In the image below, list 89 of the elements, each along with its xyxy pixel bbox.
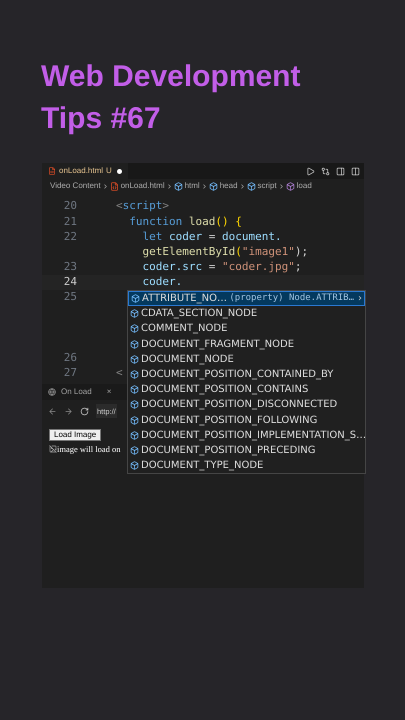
load-image-button[interactable]: Load Image — [49, 429, 102, 442]
suggestion-item[interactable]: DOCUMENT_POSITION_PRECEDING — [128, 442, 365, 458]
video-title: Web Development Tips #67 — [40, 59, 302, 137]
line-number: 23 — [64, 259, 77, 276]
editor-tab[interactable]: onLoad.html U — [42, 163, 128, 179]
suggestion-item[interactable]: DOCUMENT_POSITION_CONTAINED_BY — [128, 366, 365, 382]
cube-icon — [174, 182, 183, 190]
code-token: < — [116, 198, 123, 214]
cube-icon — [208, 182, 218, 190]
code-token: = — [208, 259, 216, 276]
code-token: document. — [222, 228, 282, 245]
code-token: load — [188, 214, 216, 230]
cube-icon — [130, 385, 139, 394]
forward-icon[interactable] — [64, 406, 73, 416]
reload-icon[interactable] — [80, 406, 89, 416]
page-icon — [48, 388, 56, 396]
code-token: ; — [294, 259, 302, 276]
cube-icon — [130, 416, 139, 425]
breadcrumb-item[interactable]: script — [258, 180, 277, 192]
line-number: 27 — [64, 365, 77, 382]
browser-tab[interactable]: On Load — [61, 386, 92, 398]
cube-icon — [130, 370, 139, 380]
code-token: () — [215, 214, 229, 230]
cube-icon — [130, 430, 139, 440]
code-token: function — [128, 214, 182, 230]
read-more-button[interactable]: › — [358, 291, 362, 306]
code-token: coder. — [141, 274, 182, 290]
back-icon[interactable] — [48, 406, 57, 416]
code-token: let — [141, 228, 162, 245]
breadcrumb-item[interactable]: html — [184, 180, 200, 192]
line-number: 26 — [64, 350, 77, 366]
breadcrumb-item[interactable]: load — [296, 180, 312, 192]
broken-image-icon — [49, 445, 57, 454]
html-file-icon — [48, 167, 56, 175]
panel-icon[interactable] — [336, 166, 345, 176]
cube-icon — [131, 294, 140, 304]
line-number: 21 — [64, 214, 77, 230]
suggestion-item[interactable]: CDATA_SECTION_NODE — [128, 306, 365, 322]
code-token: script — [122, 198, 162, 214]
cube-icon — [130, 446, 139, 455]
chevron-icon — [278, 182, 285, 190]
breadcrumb-item[interactable]: onLoad.html — [120, 180, 165, 192]
compare-icon[interactable] — [321, 166, 330, 176]
code-token: getElementById — [141, 244, 236, 260]
suggestion-item[interactable]: DOCUMENT_POSITION_DISCONNECTED — [128, 397, 365, 412]
code-token: < — [116, 365, 123, 382]
suggestion-item[interactable]: DOCUMENT_POSITION_FOLLOWING — [128, 412, 365, 428]
cube-icon — [130, 461, 139, 470]
suggestion-item[interactable]: COMMENT_NODE — [128, 321, 365, 337]
cube-icon — [130, 340, 139, 349]
line-number: 24 — [64, 274, 77, 290]
line-number: 25 — [64, 289, 77, 306]
code-token: ); — [294, 244, 308, 260]
chevron-icon — [200, 182, 208, 190]
code-token: "image1" — [242, 244, 295, 260]
cube-icon — [286, 182, 295, 190]
image-alt-text: image will load on — [57, 442, 121, 456]
code-token: { — [234, 214, 242, 230]
cube-icon — [130, 400, 139, 410]
code-token: "coder.jpg" — [222, 259, 295, 276]
line-number: 20 — [64, 198, 77, 214]
close-tab-button[interactable]: × — [106, 386, 112, 398]
split-editor-icon[interactable] — [351, 166, 360, 176]
code-token: coder — [168, 228, 202, 245]
suggestion-item[interactable]: DOCUMENT_POSITION_IMPLEMENTATION_S… — [128, 428, 365, 443]
suggestion-detail: (property) Node.ATTRIB… — [229, 292, 354, 305]
suggestion-item[interactable]: DOCUMENT_POSITION_CONTAINS — [128, 382, 365, 398]
cube-icon — [130, 309, 139, 318]
code-token: = — [208, 228, 216, 245]
cube-icon — [130, 324, 139, 334]
code-token: > — [162, 198, 169, 214]
suggestion-item[interactable]: DOCUMENT_FRAGMENT_NODE — [128, 336, 365, 352]
chevron-icon — [166, 182, 173, 190]
breadcrumb-item[interactable]: head — [220, 180, 238, 192]
chevron-icon — [102, 182, 109, 190]
suggestion-item[interactable]: ATTRIBUTE_NO… (property) Node.ATTRIB… › — [128, 291, 365, 306]
suggestion-item[interactable]: DOCUMENT_NODE — [128, 352, 365, 367]
code-token: ( — [235, 244, 242, 260]
suggestion-item[interactable]: DOCUMENT_TYPE_NODE — [128, 458, 365, 474]
chevron-icon — [238, 182, 246, 190]
run-icon[interactable] — [306, 166, 315, 176]
cube-icon — [246, 182, 256, 190]
breadcrumb-item[interactable]: Video Content — [50, 180, 101, 192]
tab-filename: onLoad.html — [59, 165, 104, 177]
tab-status: U — [106, 165, 112, 177]
cube-icon — [130, 354, 139, 364]
code-token: coder.src — [141, 259, 202, 276]
file-icon — [110, 182, 119, 190]
line-number: 22 — [64, 228, 77, 245]
